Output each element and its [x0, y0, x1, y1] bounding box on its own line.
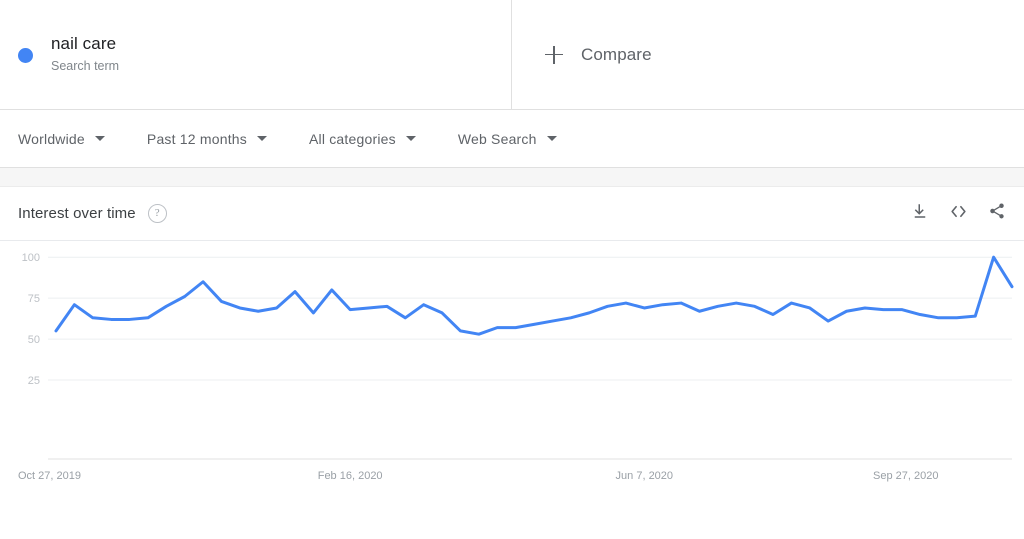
add-comparison-button[interactable]: Compare	[545, 45, 652, 65]
chevron-down-icon	[405, 136, 416, 141]
filter-bar: Worldwide Past 12 months All categories …	[0, 110, 1024, 168]
search-term-card[interactable]: nail care Search term	[0, 0, 512, 109]
x-axis-tick-label: Oct 27, 2019	[18, 470, 81, 482]
y-axis-tick-label: 50	[28, 334, 40, 346]
card-title: Interest over time	[18, 205, 136, 222]
chart-area[interactable]: 25 50 75 100 Oct 27, 2019 Feb 16, 2020 Jun 7, …	[0, 241, 1024, 531]
x-axis-tick-label: Jun 7, 2020	[616, 470, 674, 482]
chevron-down-icon	[546, 136, 557, 141]
filter-location[interactable]: Worldwide	[18, 131, 105, 147]
plus-icon	[545, 45, 563, 64]
embed-icon[interactable]	[949, 202, 968, 226]
filter-location-label: Worldwide	[18, 130, 85, 147]
filter-time-range-label: Past 12 months	[146, 130, 247, 147]
filter-search-type-label: Web Search	[457, 130, 537, 147]
card-header: Interest over time ?	[0, 187, 1024, 241]
y-axis-tick-label: 100	[22, 252, 40, 264]
filter-category-label: All categories	[308, 130, 396, 147]
filter-search-type[interactable]: Web Search	[458, 131, 557, 147]
filter-category[interactable]: All categories	[309, 131, 416, 147]
section-separator	[0, 168, 1024, 187]
help-icon[interactable]: ?	[147, 204, 167, 223]
share-icon[interactable]	[988, 202, 1006, 225]
chevron-down-icon	[94, 136, 105, 141]
y-axis-tick-label: 25	[28, 375, 40, 387]
interest-over-time-card: Interest over time ? 25 50 75 100 Oct 27…	[0, 187, 1024, 539]
search-term-type: Search term	[51, 59, 120, 73]
x-axis-tick-label: Sep 27, 2020	[873, 470, 938, 482]
y-axis-tick-label: 75	[28, 293, 40, 305]
interest-over-time-line-chart[interactable]: 25 50 75 100 Oct 27, 2019 Feb 16, 2020 Jun 7, …	[0, 241, 1024, 531]
download-icon[interactable]	[911, 202, 929, 225]
filter-time-range[interactable]: Past 12 months	[147, 131, 267, 147]
trend-line[interactable]	[54, 255, 1014, 336]
compare-label: Compare	[581, 44, 652, 64]
compare-card: Compare	[512, 0, 1024, 109]
series-color-dot	[18, 48, 33, 63]
x-axis-tick-label: Feb 16, 2020	[318, 470, 383, 482]
chevron-down-icon	[256, 136, 267, 141]
card-actions	[911, 202, 1006, 226]
search-term-title: nail care	[51, 34, 117, 53]
search-terms-row: nail care Search term Compare	[0, 0, 1024, 110]
card-title-wrap: Interest over time ?	[18, 204, 167, 223]
